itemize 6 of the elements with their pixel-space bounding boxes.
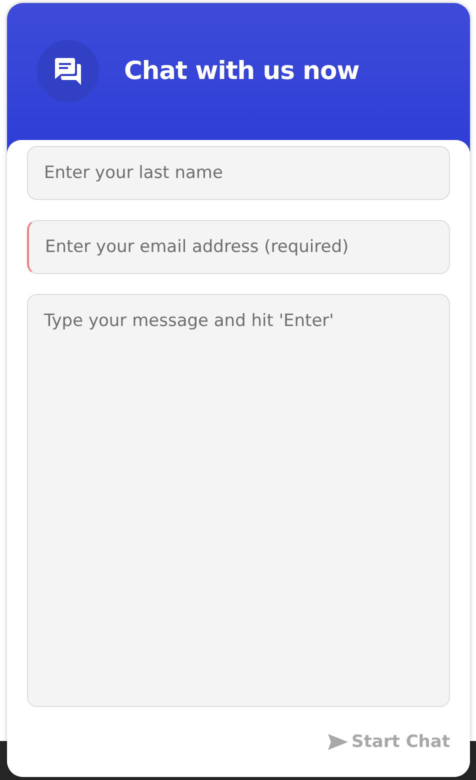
- input-field[interactable]: Enter your last name: [27, 146, 450, 200]
- input-field[interactable]: Enter your email address (required): [27, 220, 450, 274]
- chat-bubbles-icon: [53, 56, 83, 86]
- chat-title: Chat with us now: [124, 55, 360, 87]
- message-field[interactable]: Type your message and hit 'Enter': [27, 294, 450, 707]
- send-icon: [328, 734, 348, 750]
